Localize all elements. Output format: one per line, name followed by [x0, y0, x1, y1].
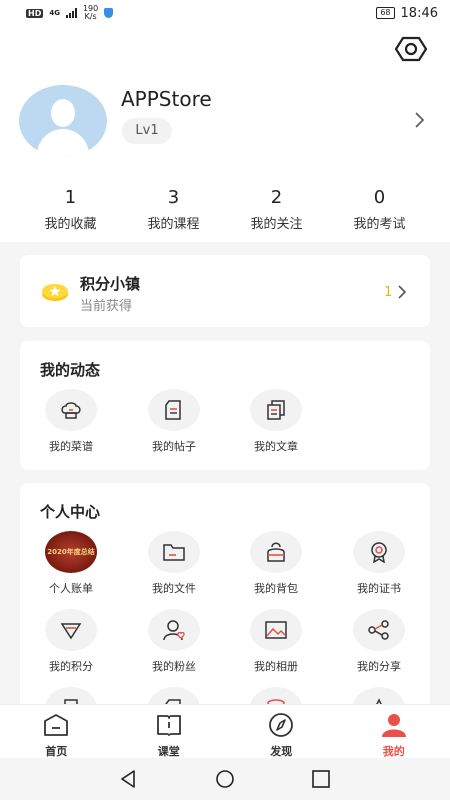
hd-indicator: HD: [26, 8, 44, 18]
folder-icon: [163, 544, 185, 561]
chef-hat-icon: [61, 402, 81, 419]
settings-button[interactable]: [394, 36, 428, 62]
tab-label: 发现: [270, 745, 293, 758]
coin-icon: [41, 283, 69, 301]
stat-label: 我的课程: [147, 217, 200, 232]
grid-item-bill[interactable]: 2020年度总结 个人账单: [21, 531, 121, 596]
points-count: 1: [384, 285, 393, 300]
stat-label: 我的收藏: [44, 217, 97, 232]
chevron-right-icon: [396, 283, 408, 301]
stat-value: 0: [373, 187, 386, 208]
stat-label: 我的关注: [250, 217, 303, 232]
album-icon: [265, 621, 287, 639]
personal-center-card: 个人中心 2020年度总结 个人账单 我的文件 我的背包 我的证书 我的积分 我…: [20, 483, 430, 723]
my-activity-card: 我的动态 我的菜谱 我的帖子 我的文章: [20, 341, 430, 470]
back-button[interactable]: [117, 768, 139, 790]
grid-item-label: 我的菜谱: [49, 440, 93, 453]
signal-icon: [65, 8, 77, 18]
tab-mine[interactable]: 我的: [338, 705, 450, 758]
system-nav-bar: [0, 758, 450, 800]
tab-label: 我的: [382, 745, 405, 758]
settings-icon: [394, 36, 428, 62]
tab-discover[interactable]: 发现: [225, 705, 338, 758]
grid-item-label: 我的文章: [254, 440, 298, 453]
username: APPStore: [121, 87, 212, 111]
grid-item-label: 我的粉丝: [152, 660, 196, 673]
stat-favorites[interactable]: 1 我的收藏: [19, 186, 122, 232]
recents-button[interactable]: [310, 768, 332, 790]
stat-following[interactable]: 2 我的关注: [225, 186, 328, 232]
recents-square-icon: [312, 770, 330, 788]
points-title: 积分小镇: [80, 275, 141, 293]
grid-item-label: 我的文件: [152, 582, 196, 595]
stats-row: 1 我的收藏 3 我的课程 2 我的关注 0 我的考试: [0, 186, 450, 232]
grid-item-posts[interactable]: 我的帖子: [124, 389, 224, 454]
grid-item-share[interactable]: 我的分享: [329, 609, 429, 674]
section-title: 个人中心: [40, 503, 101, 521]
bill-icon: 2020年度总结: [45, 531, 97, 573]
network-speed: 190 K/s: [82, 4, 99, 21]
grid-item-fans[interactable]: 我的粉丝: [124, 609, 224, 674]
stat-value: 2: [270, 187, 283, 208]
grid-item-label: 我的背包: [254, 582, 298, 595]
grid-item-label: 我的帖子: [152, 440, 196, 453]
battery-icon: 68: [376, 7, 395, 19]
back-triangle-icon: [121, 770, 135, 788]
grid-item-label: 我的积分: [49, 660, 93, 673]
person-icon: [381, 714, 406, 737]
grid-item-backpack[interactable]: 我的背包: [226, 531, 326, 596]
tab-label: 首页: [45, 745, 68, 758]
network-type: 4G: [49, 8, 60, 17]
certificate-icon: [371, 542, 387, 563]
avatar[interactable]: [19, 85, 107, 157]
backpack-icon: [267, 542, 285, 562]
home-icon: [44, 714, 69, 736]
grid-item-points[interactable]: 我的积分: [21, 609, 121, 674]
home-nav-button[interactable]: [214, 768, 236, 790]
grid-item-label: 个人账单: [49, 582, 93, 595]
post-icon: [165, 400, 181, 420]
grid-item-files[interactable]: 我的文件: [124, 531, 224, 596]
stat-value: 3: [167, 187, 180, 208]
grid-item-label: 我的相册: [254, 660, 298, 673]
status-bar: HD 4G 190 K/s 68 18:46: [0, 0, 450, 26]
shield-icon: [104, 8, 114, 18]
share-icon: [368, 620, 389, 640]
article-icon: [267, 400, 285, 420]
points-town-card[interactable]: 积分小镇 当前获得 1: [20, 255, 430, 327]
grid-item-articles[interactable]: 我的文章: [226, 389, 326, 454]
grid-item-label: 我的分享: [357, 660, 401, 673]
profile-section: APPStore Lv1 1 我的收藏 3 我的课程 2 我的关注 0 我的考试: [0, 26, 450, 242]
compass-icon: [269, 713, 294, 737]
stat-exams[interactable]: 0 我的考试: [328, 186, 431, 232]
level-badge: Lv1: [122, 118, 172, 144]
grid-item-recipes[interactable]: 我的菜谱: [21, 389, 121, 454]
profile-detail-arrow[interactable]: [410, 110, 428, 130]
fans-icon: [163, 620, 185, 641]
stat-value: 1: [64, 187, 77, 208]
diamond-icon: [60, 623, 82, 640]
points-subtitle: 当前获得: [80, 299, 133, 314]
stat-label: 我的考试: [353, 217, 406, 232]
book-icon: [156, 715, 181, 736]
chevron-right-icon: [415, 112, 425, 128]
tab-label: 课堂: [157, 745, 180, 758]
grid-item-certificates[interactable]: 我的证书: [329, 531, 429, 596]
bottom-tab-bar: 首页 课堂 发现 我的: [0, 704, 450, 758]
grid-item-label: 我的证书: [357, 582, 401, 595]
section-title: 我的动态: [40, 361, 101, 379]
tab-home[interactable]: 首页: [0, 705, 113, 758]
tab-classroom[interactable]: 课堂: [113, 705, 226, 758]
home-circle-icon: [216, 770, 234, 788]
clock: 18:46: [400, 5, 438, 21]
stat-courses[interactable]: 3 我的课程: [122, 186, 225, 232]
grid-item-album[interactable]: 我的相册: [226, 609, 326, 674]
